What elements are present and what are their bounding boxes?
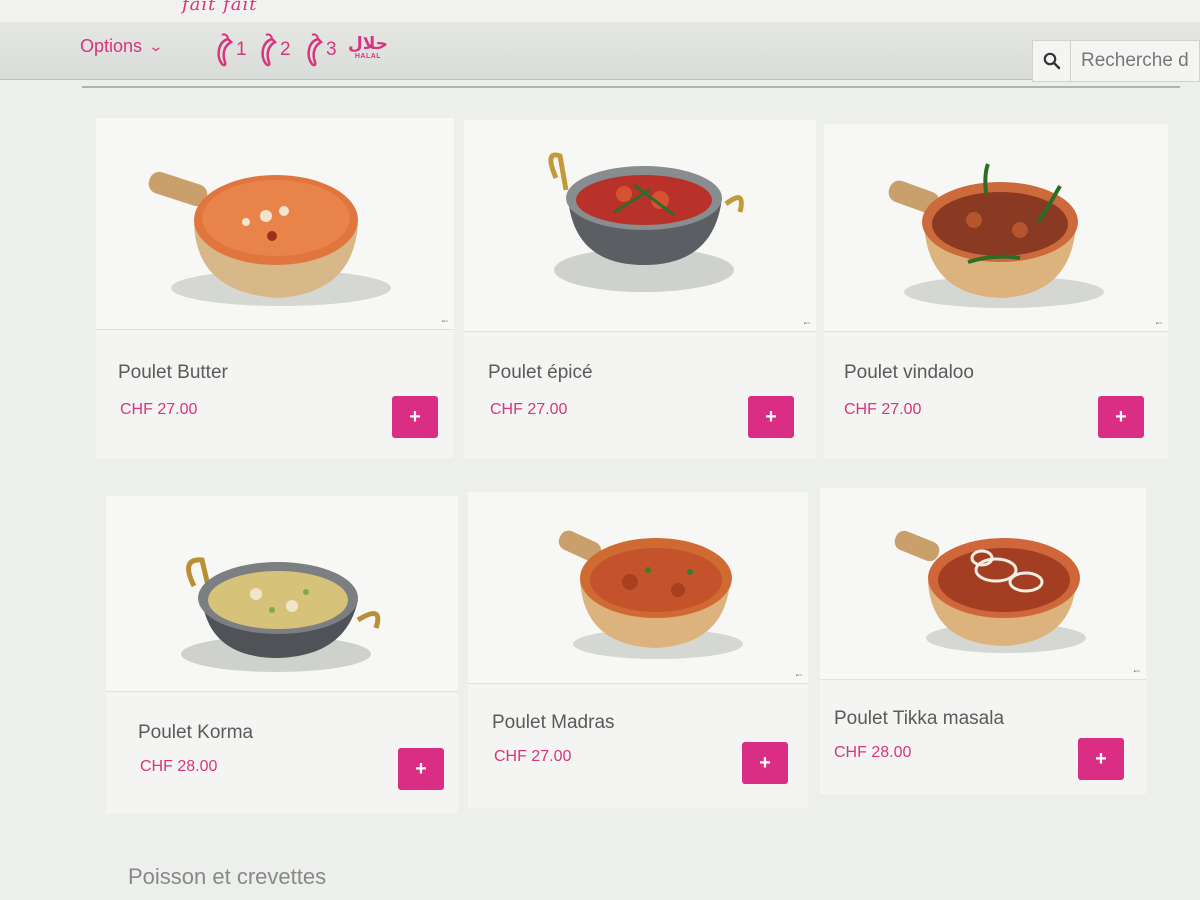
product-price: CHF 28.00 xyxy=(140,758,218,775)
search-icon xyxy=(1043,52,1060,70)
add-to-cart-button[interactable]: + xyxy=(1078,738,1124,780)
add-to-cart-button[interactable]: + xyxy=(398,748,444,790)
add-to-cart-button[interactable]: + xyxy=(748,396,794,438)
product-price: CHF 27.00 xyxy=(120,401,198,418)
product-name: Poulet vindaloo xyxy=(844,362,974,383)
spice-level-label: 1 xyxy=(236,39,247,60)
spice-level-label: 2 xyxy=(280,39,291,60)
watermark: ▪▫▫ xyxy=(441,319,448,325)
search-button[interactable] xyxy=(1033,41,1071,81)
dish-image xyxy=(888,163,1104,308)
logo-strip: fait fait xyxy=(0,0,1200,22)
halal-label: HALAL xyxy=(354,53,382,60)
product-card[interactable]: ▪▫▫ Poulet vindaloo CHF 27.00 + xyxy=(824,124,1168,458)
chevron-down-icon: ⌄ xyxy=(148,38,164,54)
halal-filter[interactable]: حلال HALAL xyxy=(348,34,388,61)
product-price: CHF 27.00 xyxy=(844,401,922,418)
add-to-cart-button[interactable]: + xyxy=(742,742,788,784)
product-image[interactable] xyxy=(106,496,458,692)
product-price: CHF 27.00 xyxy=(490,401,568,418)
product-card[interactable]: ▪▫▫ Poulet Butter CHF 27.00 + xyxy=(96,118,454,458)
product-image[interactable]: ▪▫▫ xyxy=(96,118,454,330)
product-price: CHF 28.00 xyxy=(834,744,912,761)
product-name: Poulet Korma xyxy=(138,722,254,743)
search-input[interactable] xyxy=(1071,41,1199,81)
add-to-cart-button[interactable]: + xyxy=(392,396,438,438)
product-name: Poulet Tikka masala xyxy=(834,708,1005,729)
search-box xyxy=(1032,40,1200,82)
product-image[interactable]: ▪▫▫ xyxy=(468,492,808,684)
product-card[interactable]: ▪▫▫ Poulet Tikka masala CHF 28.00 + xyxy=(820,488,1146,794)
product-card[interactable]: ▪▫▫ Poulet Madras CHF 27.00 + xyxy=(468,492,808,808)
product-price: CHF 27.00 xyxy=(494,748,572,765)
filter-toolbar: Options ⌄ 1 2 3 حلال HALAL xyxy=(0,22,1200,82)
product-image[interactable]: ▪▫▫ xyxy=(824,124,1168,332)
watermark: ▪▫▫ xyxy=(803,321,810,327)
watermark: ▪▫▫ xyxy=(1155,321,1162,327)
dish-image xyxy=(894,530,1086,653)
spice-level-label: 3 xyxy=(326,39,337,60)
watermark: ▪▫▫ xyxy=(1133,669,1140,675)
options-dropdown[interactable]: Options ⌄ xyxy=(80,36,164,57)
options-label: Options xyxy=(80,36,143,56)
spice-filter-3[interactable]: 3 xyxy=(304,32,337,68)
spice-filter-1[interactable]: 1 xyxy=(214,32,247,68)
halal-arabic-text: حلال xyxy=(348,34,388,54)
product-name: Poulet Butter xyxy=(118,362,228,383)
logo[interactable]: fait fait xyxy=(182,0,258,15)
spice-filter-2[interactable]: 2 xyxy=(258,32,291,68)
dish-image xyxy=(558,530,743,659)
product-name: Poulet épicé xyxy=(488,362,593,383)
dish-image xyxy=(548,152,744,292)
add-to-cart-button[interactable]: + xyxy=(1098,396,1144,438)
product-card[interactable]: ▪▫▫ Poulet épicé CHF 27.00 + xyxy=(464,120,816,458)
product-image[interactable]: ▪▫▫ xyxy=(820,488,1146,680)
dish-image xyxy=(181,557,381,672)
product-card[interactable]: Poulet Korma CHF 28.00 + xyxy=(106,496,458,814)
section-title: Poisson et crevettes xyxy=(128,864,327,889)
watermark: ▪▫▫ xyxy=(795,673,802,679)
product-image[interactable]: ▪▫▫ xyxy=(464,120,816,332)
divider xyxy=(82,86,1180,88)
dish-image xyxy=(148,171,391,306)
product-name: Poulet Madras xyxy=(492,712,615,733)
